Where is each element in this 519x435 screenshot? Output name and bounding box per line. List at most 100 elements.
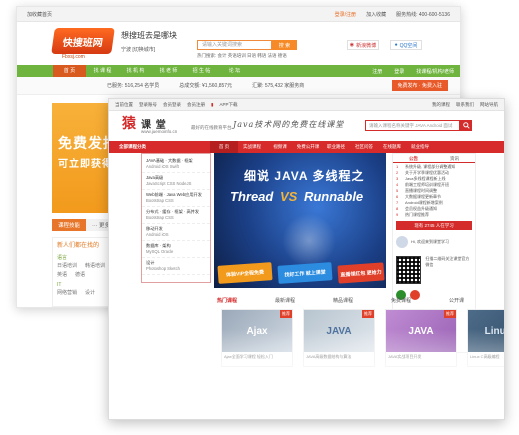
front-main-nav: 全部课程分类 首 页 实战课程 视频课 免费公开课 职业路径 社区问答 在线题库… bbox=[109, 141, 504, 153]
tab-new-courses[interactable]: 最新课程 bbox=[275, 297, 333, 307]
front-topbar-item[interactable]: 会员登录 bbox=[163, 102, 181, 108]
category-group[interactable]: Java高级 JavaScript CSS NodeJS bbox=[142, 173, 210, 190]
front-nav-item[interactable]: 社区问答 bbox=[350, 141, 378, 153]
weibo-icon: ◉ bbox=[349, 42, 355, 48]
course-card[interactable]: Ajax Ajax全面学习课程 轻松入门 推荐 bbox=[221, 309, 293, 367]
back-stats-cta-button[interactable]: 免费发布 · 免费入驻 bbox=[391, 80, 448, 91]
course-card[interactable]: JAVA JAVA实战项目开发 推荐 bbox=[385, 309, 457, 367]
front-topbar-item[interactable]: 当前位置 bbox=[115, 102, 133, 108]
front-search-button[interactable] bbox=[460, 120, 472, 131]
back-topbar-link-login[interactable]: 登录/注册 bbox=[335, 11, 356, 18]
back-sidebar-link[interactable]: 韩语培训 bbox=[85, 262, 105, 269]
teacher-card[interactable]: Hi, 欢迎来到课堂学习 bbox=[393, 232, 475, 252]
front-topbar-right-item[interactable]: 我的课程 bbox=[432, 102, 450, 108]
category-group[interactable]: JAVA基础 · 大数据 · 框架 Android iOS Swift bbox=[142, 156, 210, 173]
hero-subtitle: Thread VS Runnable bbox=[230, 189, 363, 204]
back-nav-login[interactable]: 登录 bbox=[388, 68, 410, 75]
hero-badge[interactable]: 体验VIP全程免费 bbox=[217, 262, 273, 284]
back-nav-home[interactable]: 首 页 bbox=[53, 65, 86, 77]
tab-premium-courses[interactable]: 精品课程 bbox=[333, 297, 391, 307]
front-nav-category[interactable]: 全部课程分类 bbox=[115, 144, 210, 150]
hero-badge[interactable]: 直播领红包 更给力 bbox=[337, 262, 385, 284]
back-hotwords[interactable]: 热门搜索: 会计 英语培训 日语 韩语 法语 德语 bbox=[197, 53, 287, 59]
tab-announcements[interactable]: 公告 bbox=[393, 154, 434, 162]
category-group[interactable]: 分布式 · 缓存 · 框架 · 高并发 Bootstrap CSS bbox=[142, 207, 210, 224]
course-thumb: Linux C bbox=[468, 310, 504, 352]
front-nav-item[interactable]: 实战课程 bbox=[238, 141, 266, 153]
news-num: 9 bbox=[396, 212, 399, 217]
qq-icon: ● bbox=[394, 42, 398, 48]
back-sidebar-link[interactable]: 网络营销 bbox=[57, 289, 77, 296]
back-nav-teachers[interactable]: 找 老 师 bbox=[152, 65, 185, 77]
front-nav-item[interactable]: 视频课 bbox=[266, 141, 294, 153]
front-topbar-right-item[interactable]: 联系我们 bbox=[456, 102, 474, 108]
front-nav-item[interactable]: 在线题库 bbox=[378, 141, 406, 153]
back-nav-courses[interactable]: 找 课 程 bbox=[86, 65, 119, 77]
qr-code bbox=[396, 256, 422, 284]
category-group[interactable]: 移动开发 Android iOS bbox=[142, 224, 210, 241]
hero-badge[interactable]: 找好工作 就上课堂 bbox=[277, 262, 333, 284]
front-topbar-item[interactable]: 会员注册 bbox=[187, 102, 205, 108]
back-nav-enroll[interactable]: 招 生 帖 bbox=[185, 65, 218, 77]
course-card[interactable]: Linux C Linux C高级编程 推荐 bbox=[467, 309, 504, 367]
tab-free-courses[interactable]: 免费课程 bbox=[391, 297, 449, 307]
tab-hot-courses[interactable]: 热门课程 bbox=[217, 297, 275, 307]
news-item[interactable]: 9 热门课程推荐 bbox=[396, 212, 472, 218]
front-topbar-item[interactable]: 登录账号 bbox=[139, 102, 157, 108]
back-qq-label: QQ空间 bbox=[399, 42, 418, 49]
front-search-input[interactable]: 请输入课程名称关键字 JAVA Android 面试 bbox=[365, 120, 460, 131]
back-sidebar-link[interactable]: 设计 bbox=[85, 289, 95, 296]
back-logo[interactable]: 快搜班网 bbox=[51, 28, 115, 54]
front-nav-item[interactable]: 免费公开课 bbox=[294, 141, 322, 153]
right-panel-tabs: 公告 资讯 bbox=[393, 154, 475, 163]
course-cards: Ajax Ajax全面学习课程 轻松入门 推荐 JAVA JAVA高级数据结构与… bbox=[221, 309, 504, 375]
back-search-button-label: 搜 索 bbox=[278, 42, 291, 49]
category-sub: Photoshop Sketch bbox=[146, 266, 180, 271]
tab-open-courses[interactable]: 公开课 bbox=[449, 297, 504, 307]
category-group[interactable]: 设计 Photoshop Sketch bbox=[142, 258, 210, 275]
back-search-input[interactable]: 请输入关键词搜索 bbox=[197, 40, 272, 50]
back-skill-tag[interactable]: 课程技能 bbox=[52, 219, 87, 231]
back-sidebar-link[interactable]: 英语 bbox=[57, 271, 67, 278]
back-qq-button[interactable]: ● QQ空间 bbox=[390, 40, 422, 50]
back-city-switch[interactable]: 宁波 [切换城市] bbox=[121, 46, 155, 53]
learners-count-button[interactable]: 现有 2745 人在学习 bbox=[396, 221, 472, 230]
back-nav-find[interactable]: 找课程/机构/老师 bbox=[410, 68, 460, 75]
back-stat-volume: 总成交额: ¥1,560,857元 bbox=[179, 83, 233, 89]
back-topbar-link-fav[interactable]: 加入收藏 bbox=[366, 11, 386, 18]
category-sub: Bootstrap CSS bbox=[146, 198, 174, 203]
front-nav-item[interactable]: 首 页 bbox=[210, 141, 238, 153]
category-group[interactable]: Web前端 · Java Web应用开发 Bootstrap CSS bbox=[142, 190, 210, 207]
back-topbar-hotline: 服务热线: 400-600-5136 bbox=[396, 11, 450, 18]
back-weibo-button[interactable]: ◉ 新浪微博 bbox=[347, 40, 379, 50]
hero-thread: Thread bbox=[230, 189, 274, 204]
tab-news[interactable]: 资讯 bbox=[434, 154, 475, 162]
back-sidebar-link[interactable]: 日语培训 bbox=[57, 262, 77, 269]
qr-caption: 扫描二维码关注课堂官方微信 bbox=[425, 256, 470, 267]
front-header: 猿 课 堂 www.juemoinfo.cn 最好的在线教育平台 Java技术网… bbox=[109, 111, 504, 141]
category-group[interactable]: 数据库 · 架构 MySQL Oracle bbox=[142, 241, 210, 258]
back-search-button[interactable]: 搜 索 bbox=[272, 40, 297, 50]
course-section-tabs: 热门课程 最新课程 精品课程 免费课程 公开课 bbox=[217, 297, 504, 307]
front-topbar-right-item[interactable]: 网站导航 bbox=[480, 102, 498, 108]
news-text: 热门课程推荐 bbox=[405, 212, 429, 217]
back-sidebar-link[interactable]: 德语 bbox=[75, 271, 85, 278]
hero-title: 细说 JAVA 多线程之 bbox=[244, 169, 365, 183]
front-topbar: 当前位置 登录账号 会员登录 会员注册 ▮ APP下载 我的课程 联系我们 网站… bbox=[109, 99, 504, 111]
front-nav-item[interactable]: 就业指导 bbox=[406, 141, 434, 153]
back-nav-forum[interactable]: 论 坛 bbox=[218, 65, 251, 77]
course-card[interactable]: JAVA JAVA高级数据结构与算法 推荐 bbox=[303, 309, 375, 367]
front-nav-item[interactable]: 职业路径 bbox=[322, 141, 350, 153]
front-topbar-app[interactable]: APP下载 bbox=[219, 102, 237, 108]
back-main-nav: 首 页 找 课 程 找 机 构 找 老 师 招 生 帖 论 坛 注册 登录 找课… bbox=[17, 65, 460, 77]
qr-section: 扫描二维码关注课堂官方微信 bbox=[393, 252, 475, 288]
news-list: 1 系统升级, 课程部分调整通知 2 关于开学季课程优惠活动 3 Java多线程… bbox=[393, 163, 475, 219]
search-icon bbox=[462, 122, 470, 129]
front-logo-url: www.juemoinfo.cn bbox=[141, 129, 178, 134]
category-sub: Bootstrap CSS bbox=[146, 215, 174, 220]
back-nav-register[interactable]: 注册 bbox=[366, 68, 388, 75]
front-hero-banner[interactable]: 细说 JAVA 多线程之 Thread VS Runnable 体验VIP全程免… bbox=[214, 153, 386, 288]
back-topbar-left[interactable]: 加收藏首页 bbox=[27, 11, 52, 18]
back-nav-institutions[interactable]: 找 机 构 bbox=[119, 65, 152, 77]
logo-mark-icon[interactable]: 猿 bbox=[121, 115, 137, 131]
